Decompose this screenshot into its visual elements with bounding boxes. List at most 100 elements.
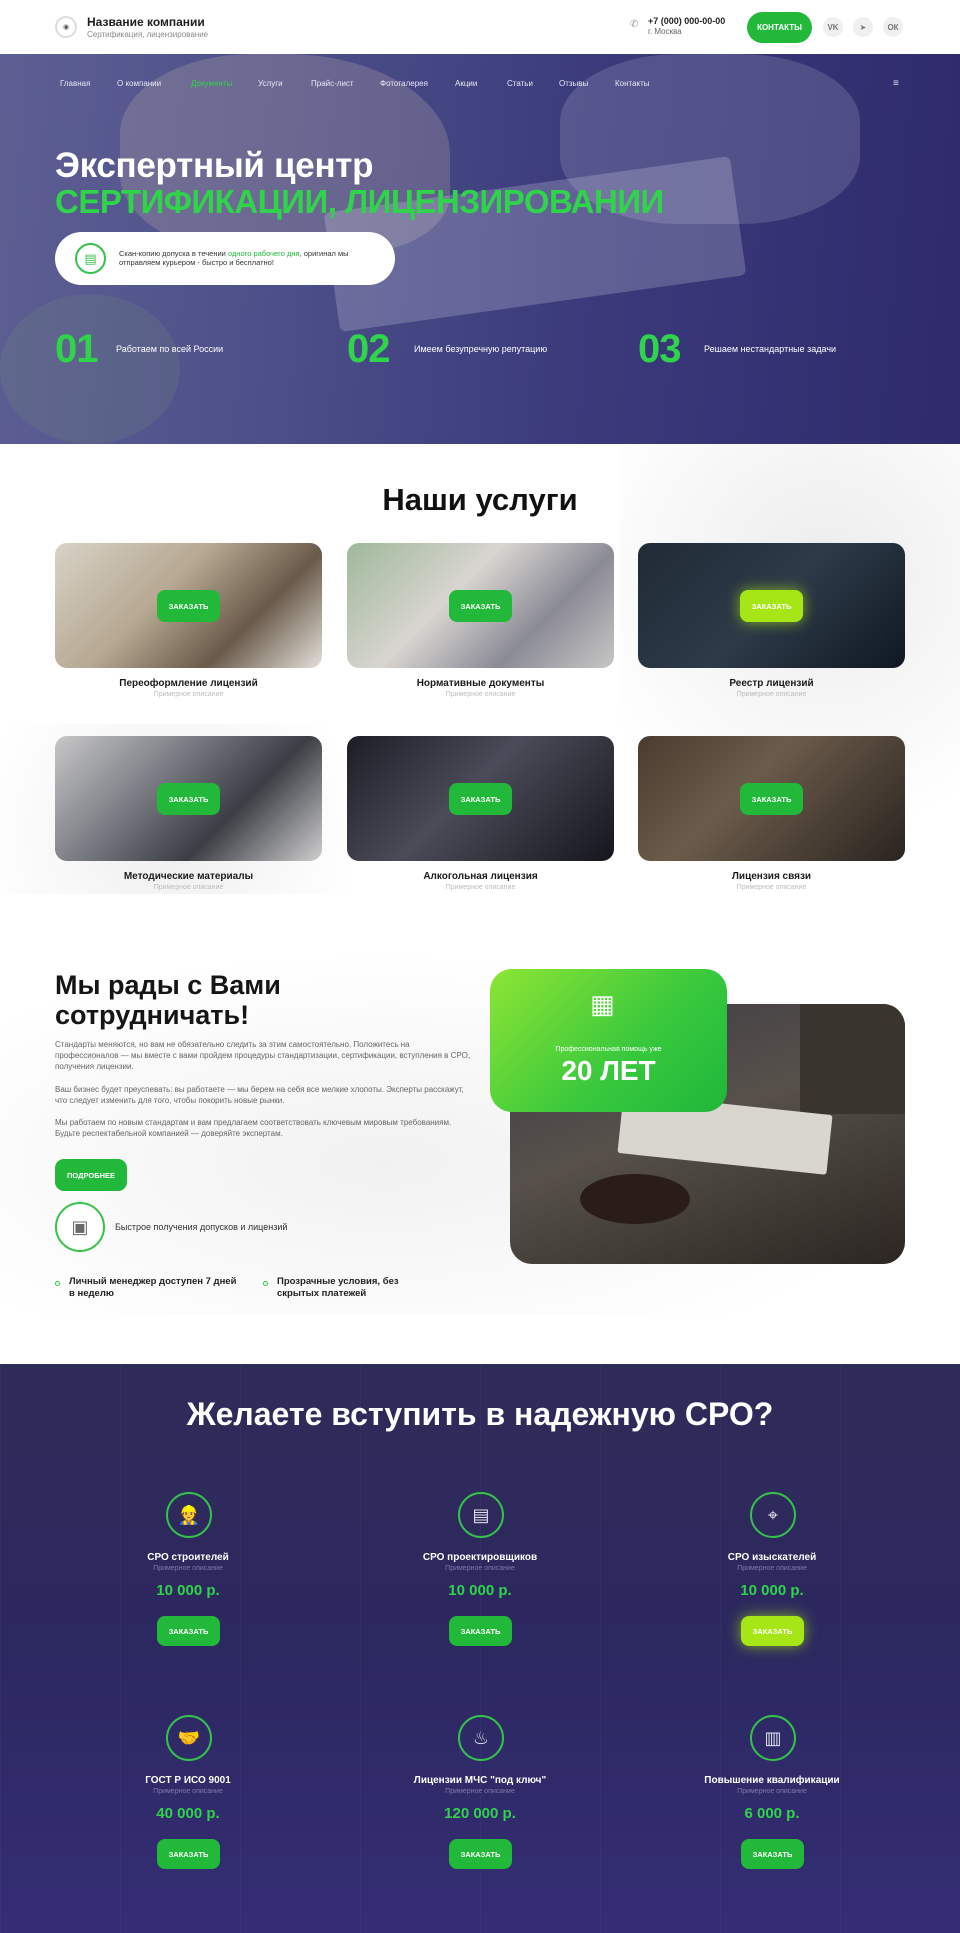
order-button[interactable]: ЗАКАЗАТЬ: [449, 1839, 512, 1869]
phone-number[interactable]: +7 (000) 000-00-00: [648, 16, 725, 26]
service-card[interactable]: ЗАКАЗАТЬ: [638, 736, 905, 861]
company-name: Название компании: [87, 15, 205, 29]
order-button[interactable]: ЗАКАЗАТЬ: [157, 1839, 220, 1869]
stat-number: 03: [638, 327, 681, 371]
gavel-shape: [580, 1174, 690, 1224]
telegram-icon[interactable]: ➤: [853, 17, 873, 37]
services-title: Наши услуги: [382, 482, 578, 517]
sro-item-subtitle: Примерное описание: [153, 1788, 223, 1795]
order-button[interactable]: ЗАКАЗАТЬ: [740, 590, 803, 622]
company-block[interactable]: Название компании Сертификация, лицензир…: [87, 15, 208, 39]
nav-item-about[interactable]: О компании: [117, 79, 161, 88]
order-button[interactable]: ЗАКАЗАТЬ: [157, 590, 220, 622]
delivery-text: Скан-копию допуска в течении одного рабо…: [119, 249, 349, 267]
nav-item-home[interactable]: Главная: [60, 79, 90, 88]
company-logo[interactable]: ◉: [55, 16, 77, 38]
service-subtitle: Примерное описание: [736, 691, 807, 698]
sro-item-subtitle: Примерное описание: [737, 1565, 807, 1572]
sro-section: Желаете вступить в надежную СРО? 👷 СРО с…: [0, 1364, 960, 1933]
service-title: Методические материалы: [123, 871, 254, 882]
more-button[interactable]: ПОДРОБНЕЕ: [55, 1159, 127, 1191]
sro-item-title: Лицензии МЧС "под ключ": [413, 1775, 547, 1786]
main-nav: Главная О компании Документы Услуги Прай…: [0, 54, 960, 114]
nav-item-contacts[interactable]: Контакты: [615, 79, 650, 88]
stat-label: Имеем безупречную репутацию: [414, 344, 548, 354]
contacts-button[interactable]: КОНТАКТЫ: [747, 12, 812, 43]
menu-icon[interactable]: ≡: [893, 78, 899, 89]
nav-item-pricelist[interactable]: Прайс-лист: [311, 79, 354, 88]
license-text: Быстрое получения допусков и лицензий: [115, 1222, 288, 1232]
city-label: г. Москва: [648, 27, 682, 36]
phone-icon: ✆: [630, 19, 639, 30]
order-button[interactable]: ЗАКАЗАТЬ: [157, 783, 220, 815]
feature-text: Прозрачные условия, без скрытых платежей: [277, 1276, 399, 1299]
odnoklassniki-icon[interactable]: ОК: [883, 17, 903, 37]
service-card[interactable]: ЗАКАЗАТЬ: [347, 543, 614, 668]
sro-item-title: ГОСТ Р ИСО 9001: [145, 1775, 231, 1786]
service-card[interactable]: ЗАКАЗАТЬ: [55, 736, 322, 861]
order-button[interactable]: ЗАКАЗАТЬ: [449, 783, 512, 815]
stat-label: Работаем по всей России: [116, 344, 224, 354]
order-button[interactable]: ЗАКАЗАТЬ: [157, 1616, 220, 1646]
nav-item-services[interactable]: Услуги: [258, 79, 283, 88]
service-title: Переоформление лицензий: [119, 678, 258, 689]
service-subtitle: Примерное описание: [153, 884, 224, 891]
certificate-icon: ▥: [750, 1715, 796, 1761]
blueprint-icon: ▤: [458, 1492, 504, 1538]
about-title: Мы рады с Вами сотрудничать!: [55, 970, 281, 1030]
nav-item-articles[interactable]: Статьи: [507, 79, 533, 88]
certificate-icon: ▦: [590, 989, 615, 1019]
about-paragraph: Стандарты меняются, но вам не обязательн…: [55, 1040, 471, 1071]
surveyor-icon: ⌖: [750, 1492, 796, 1538]
vk-icon[interactable]: VK: [823, 17, 843, 37]
document-icon: ▤: [75, 243, 106, 274]
service-card[interactable]: ЗАКАЗАТЬ: [55, 543, 322, 668]
sro-item-price: 10 000 р.: [156, 1582, 220, 1599]
books-shape: [800, 1004, 905, 1114]
nav-item-promo[interactable]: Акции: [455, 79, 477, 88]
experience-caption: Профессиональная помощь уже: [555, 1046, 662, 1053]
handshake-icon: 🤝: [166, 1715, 212, 1761]
service-subtitle: Примерное описание: [445, 691, 516, 698]
nav-item-reviews[interactable]: Отзывы: [559, 79, 588, 88]
order-button[interactable]: ЗАКАЗАТЬ: [740, 783, 803, 815]
bullet-icon: [55, 1281, 60, 1286]
hero-title-accent: СЕРТИФИКАЦИИ, ЛИЦЕНЗИРОВАНИИ: [55, 183, 664, 220]
experience-value: 20 ЛЕТ: [561, 1055, 656, 1086]
about-paragraph: Мы работаем по новым стандартам и вам пр…: [55, 1118, 452, 1138]
service-card[interactable]: ЗАКАЗАТЬ: [347, 736, 614, 861]
sro-item-price: 10 000 р.: [448, 1582, 512, 1599]
phone-block: +7 (000) 000-00-00 г. Москва: [648, 16, 725, 36]
feature-item: Личный менеджер доступен 7 дней в неделю: [55, 1276, 239, 1300]
service-title: Реестр лицензий: [729, 678, 814, 689]
delivery-pill: ▤ Скан-копию допуска в течении одного ра…: [55, 232, 395, 285]
stat-number: 01: [55, 327, 98, 371]
about-section: Мы рады с Вами сотрудничать! Стандарты м…: [0, 894, 960, 1364]
stat-label: Решаем нестандартные задачи: [704, 344, 837, 354]
service-title: Нормативные документы: [416, 678, 545, 689]
sro-item-title: СРО проектировщиков: [422, 1552, 538, 1563]
order-button[interactable]: ЗАКАЗАТЬ: [741, 1839, 804, 1869]
sro-item-price: 40 000 р.: [156, 1805, 220, 1822]
service-card[interactable]: ЗАКАЗАТЬ: [638, 543, 905, 668]
sro-item-price: 6 000 р.: [744, 1805, 800, 1822]
order-button[interactable]: ЗАКАЗАТЬ: [449, 1616, 512, 1646]
services-section: Наши услуги ЗАКАЗАТЬ Переоформление лице…: [0, 444, 960, 904]
sro-item-subtitle: Примерное описание: [153, 1565, 223, 1572]
sro-item-subtitle: Примерное описание: [737, 1788, 807, 1795]
sro-item-subtitle: Примерное описание: [445, 1565, 515, 1572]
nav-item-documents[interactable]: Документы: [191, 79, 232, 88]
stat-2: 02 Имеем безупречную репутацию: [347, 327, 547, 371]
nav-item-gallery[interactable]: Фотогалерея: [380, 79, 428, 88]
sro-item-title: СРО строителей: [147, 1552, 229, 1563]
order-button[interactable]: ЗАКАЗАТЬ: [449, 590, 512, 622]
feature-text: Личный менеджер доступен 7 дней в неделю: [69, 1276, 237, 1299]
header: ◉ Название компании Сертификация, лиценз…: [0, 0, 960, 54]
stat-number: 02: [347, 327, 390, 371]
sro-item-title: Повышение квалификации: [704, 1775, 840, 1786]
hero-title: Экспертный центр: [55, 146, 374, 185]
fire-icon: ♨: [458, 1715, 504, 1761]
sro-title: Желаете вступить в надежную СРО?: [186, 1396, 774, 1432]
order-button[interactable]: ЗАКАЗАТЬ: [741, 1616, 804, 1646]
hero-section: Главная О компании Документы Услуги Прай…: [0, 54, 960, 444]
